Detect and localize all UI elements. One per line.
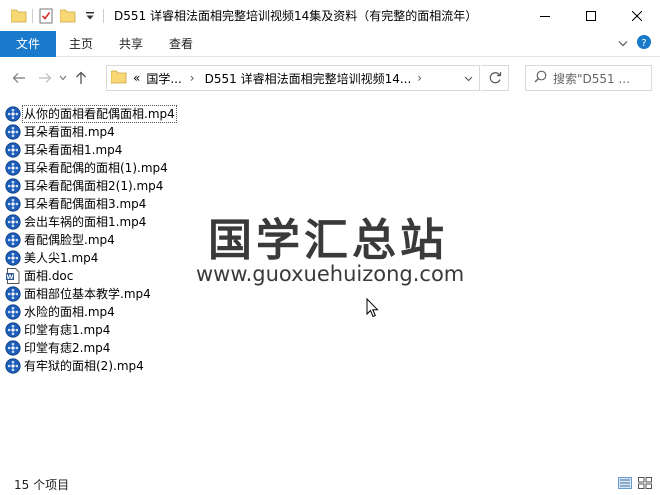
video-file-icon	[5, 196, 21, 212]
video-file-icon	[5, 106, 21, 122]
video-file-icon	[5, 142, 21, 158]
customize-dropdown-icon[interactable]	[79, 5, 101, 27]
new-folder-icon[interactable]	[57, 5, 79, 27]
file-name: 面相部位基本教学.mp4	[24, 287, 151, 301]
video-file-icon	[5, 340, 21, 356]
file-name: 耳朵看配偶的面相(1).mp4	[24, 161, 168, 175]
file-row[interactable]: 印堂有痣1.mp4	[5, 321, 655, 339]
recent-locations-icon[interactable]	[56, 66, 70, 90]
separator	[32, 8, 33, 23]
file-row[interactable]: 耳朵看面相1.mp4	[5, 141, 655, 159]
video-file-icon	[5, 304, 21, 320]
folder-icon	[8, 5, 30, 27]
file-name: 耳朵看面相1.mp4	[24, 143, 123, 157]
tab-share[interactable]: 共享	[106, 31, 156, 57]
file-row[interactable]: 耳朵看配偶的面相(1).mp4	[5, 159, 655, 177]
ribbon-right-controls: ?	[618, 34, 660, 53]
address-dropdown-icon[interactable]	[464, 71, 473, 85]
file-name: 耳朵看面相.mp4	[24, 125, 115, 139]
mouse-cursor-icon	[366, 297, 379, 321]
video-file-icon	[5, 124, 21, 140]
video-file-icon	[5, 286, 21, 302]
file-name: 面相.doc	[24, 269, 74, 283]
status-bar: 15 个项目	[0, 473, 660, 495]
up-button[interactable]	[70, 66, 92, 90]
tab-home[interactable]: 主页	[56, 31, 106, 57]
properties-icon[interactable]	[35, 5, 57, 27]
help-icon[interactable]: ?	[636, 34, 652, 53]
search-box[interactable]: 搜索"D551 ...	[525, 65, 652, 91]
file-row[interactable]: 耳朵看配偶面相2(1).mp4	[5, 177, 655, 195]
file-name: 印堂有痣2.mp4	[24, 341, 111, 355]
file-row[interactable]: 有牢狱的面相(2).mp4	[5, 357, 655, 375]
back-button[interactable]	[8, 66, 30, 90]
file-name: 看配偶脸型.mp4	[24, 233, 115, 247]
file-name: 会出车祸的面相1.mp4	[24, 215, 147, 229]
maximize-button[interactable]	[568, 0, 614, 31]
video-file-icon	[5, 214, 21, 230]
minimize-button[interactable]	[522, 0, 568, 31]
video-file-icon	[5, 178, 21, 194]
title-bar: D551 详睿相法面相完整培训视频14集及资料（有完整的面相流年）	[0, 0, 660, 31]
video-file-icon	[5, 358, 21, 374]
video-file-icon	[5, 250, 21, 266]
svg-text:?: ?	[641, 38, 646, 49]
video-file-icon	[5, 322, 21, 338]
quick-access-toolbar	[0, 0, 106, 31]
video-file-icon	[5, 232, 21, 248]
watermark-title: 国学汇总站	[208, 215, 448, 266]
file-name: 有牢狱的面相(2).mp4	[24, 359, 144, 373]
file-row[interactable]: 印堂有痣2.mp4	[5, 339, 655, 357]
separator	[103, 8, 104, 23]
tab-file[interactable]: 文件	[0, 30, 56, 57]
video-file-icon	[5, 160, 21, 176]
window-title: D551 详睿相法面相完整培训视频14集及资料（有完整的面相流年）	[114, 9, 478, 23]
watermark-url: www.guoxuehuizong.com	[196, 262, 465, 286]
word-document-icon: W	[5, 268, 21, 284]
refresh-button[interactable]	[481, 65, 509, 91]
navigation-bar: « 国学... › D551 详睿相法面相完整培训视频14... › 搜索"D5…	[0, 58, 660, 98]
details-view-icon[interactable]	[618, 476, 632, 492]
breadcrumb-item-current[interactable]: D551 详睿相法面相完整培训视频14...	[205, 70, 412, 87]
file-row[interactable]: 面相部位基本教学.mp4	[5, 285, 655, 303]
tab-view[interactable]: 查看	[156, 31, 206, 57]
search-placeholder: 搜索"D551 ...	[553, 71, 630, 86]
large-icons-view-icon[interactable]	[638, 476, 652, 492]
file-name: 耳朵看配偶面相2(1).mp4	[24, 179, 164, 193]
close-button[interactable]	[614, 0, 660, 31]
file-name: 水险的面相.mp4	[24, 305, 115, 319]
file-name: 从你的面相看配偶面相.mp4	[22, 105, 177, 123]
search-icon	[534, 70, 547, 86]
breadcrumb-separator[interactable]: ›	[417, 71, 422, 85]
item-count: 15 个项目	[14, 477, 70, 492]
ribbon-tabs: 文件 主页 共享 查看 ?	[0, 30, 660, 57]
svg-text:W: W	[6, 273, 13, 281]
file-name: 印堂有痣1.mp4	[24, 323, 111, 337]
folder-icon	[110, 70, 127, 87]
breadcrumb-separator[interactable]: ›	[190, 71, 195, 85]
expand-ribbon-icon[interactable]	[618, 37, 628, 51]
address-bar[interactable]: « 国学... › D551 详睿相法面相完整培训视频14... ›	[106, 65, 480, 91]
file-row[interactable]: 耳朵看面相.mp4	[5, 123, 655, 141]
view-switcher	[618, 476, 660, 492]
window-controls	[522, 0, 660, 31]
breadcrumb-item-parent[interactable]: 国学...	[146, 70, 181, 87]
file-name: 美人尖1.mp4	[24, 251, 99, 265]
file-row[interactable]: 从你的面相看配偶面相.mp4	[5, 105, 655, 123]
file-row[interactable]: 水险的面相.mp4	[5, 303, 655, 321]
file-name: 耳朵看配偶面相3.mp4	[24, 197, 147, 211]
forward-button[interactable]	[34, 66, 56, 90]
breadcrumb-overflow[interactable]: «	[133, 71, 140, 85]
